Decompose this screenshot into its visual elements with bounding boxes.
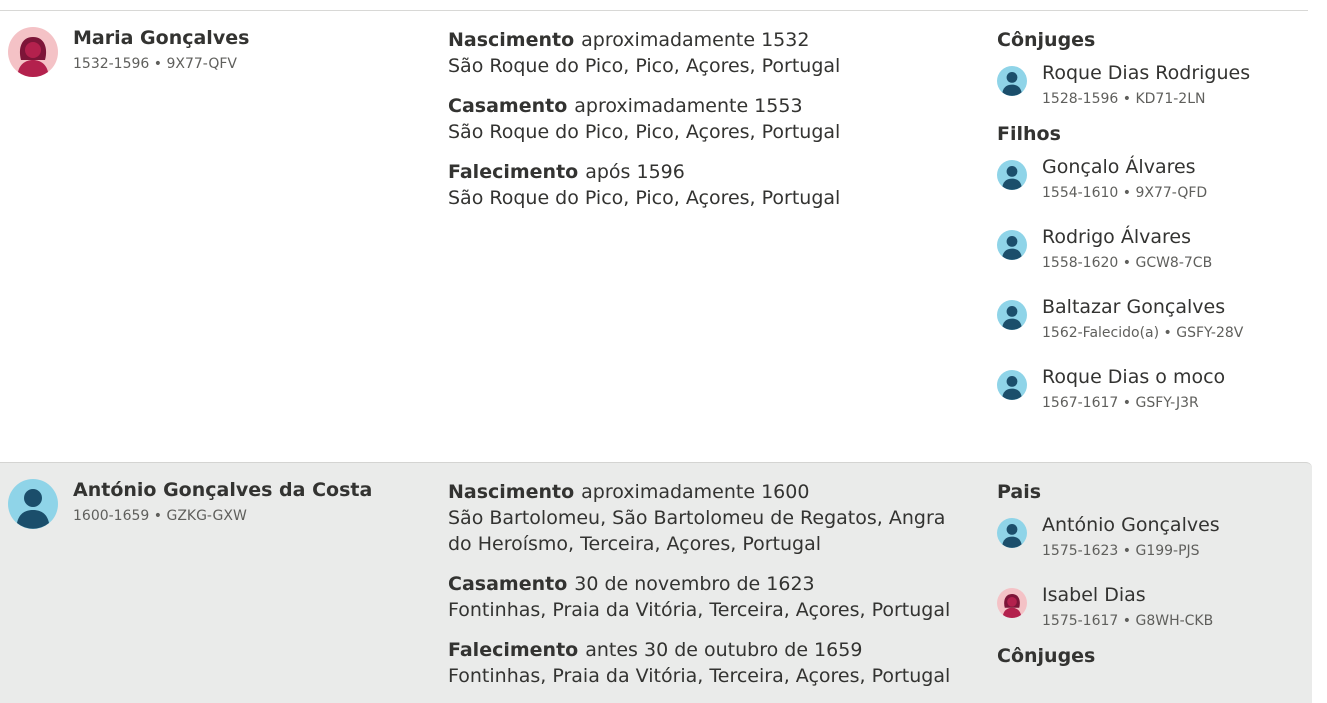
child-item[interactable]: Gonçalo Álvares 1554-1610 • 9X77-QFD (997, 156, 1312, 216)
event-birth: Nascimento aproximadamente 1532 São Roque… (448, 27, 978, 79)
male-avatar-icon (997, 370, 1027, 400)
parents-heading: Pais (997, 481, 1042, 503)
female-avatar-icon (997, 588, 1027, 618)
male-avatar-icon (997, 160, 1027, 190)
male-avatar-icon (997, 518, 1027, 548)
person-lifespan-id: 1532-1596 • 9X77-QFV (73, 56, 237, 72)
child-item[interactable]: Baltazar Gonçalves 1562-Falecido(a) • GS… (997, 296, 1312, 356)
event-type: Falecimento (448, 161, 579, 183)
relatives-panel: Cônjuges Roque Dias Rodrigues 1528-1596 … (997, 28, 1312, 426)
vital-events: Nascimento aproximadamente 1600 São Barto… (448, 479, 973, 703)
relative-lifespan-id: 1575-1623 • G199-PJS (1042, 543, 1200, 559)
person-lifespan-id: 1600-1659 • GZKG-GXW (73, 508, 247, 524)
event-date: 30 de novembro de 1623 (574, 573, 815, 595)
vital-events: Nascimento aproximadamente 1532 São Roque… (448, 27, 978, 225)
person-record: Maria Gonçalves 1532-1596 • 9X77-QFV Nas… (0, 11, 1312, 462)
relative-name[interactable]: Roque Dias o moco (1042, 366, 1225, 388)
relative-lifespan-id: 1562-Falecido(a) • GSFY-28V (1042, 325, 1244, 341)
relative-lifespan-id: 1575-1617 • G8WH-CKB (1042, 613, 1214, 629)
event-place: São Roque do Pico, Pico, Açores, Portuga… (448, 55, 841, 77)
male-avatar-icon[interactable] (8, 479, 58, 529)
relative-name[interactable]: António Gonçalves (1042, 514, 1220, 536)
relative-lifespan-id: 1558-1620 • GCW8-7CB (1042, 255, 1213, 271)
event-place: Fontinhas, Praia da Vitória, Terceira, A… (448, 665, 951, 687)
relatives-panel: Pais António Gonçalves 1575-1623 • G199-… (997, 480, 1312, 668)
event-date: após 1596 (585, 161, 685, 183)
parent-item[interactable]: António Gonçalves 1575-1623 • G199-PJS (997, 514, 1312, 574)
child-item[interactable]: Rodrigo Álvares 1558-1620 • GCW8-7CB (997, 226, 1312, 286)
event-place: São Roque do Pico, Pico, Açores, Portuga… (448, 187, 841, 209)
event-death: Falecimento após 1596 São Roque do Pico, … (448, 159, 978, 211)
event-date: aproximadamente 1532 (581, 29, 810, 51)
relative-name[interactable]: Roque Dias Rodrigues (1042, 62, 1250, 84)
male-avatar-icon (997, 66, 1027, 96)
person-record-highlighted: António Gonçalves da Costa 1600-1659 • G… (0, 462, 1312, 703)
event-date: antes 30 de outubro de 1659 (585, 639, 863, 661)
relative-name[interactable]: Rodrigo Álvares (1042, 226, 1191, 248)
relative-name[interactable]: Baltazar Gonçalves (1042, 296, 1225, 318)
event-place: São Roque do Pico, Pico, Açores, Portuga… (448, 121, 841, 143)
relative-lifespan-id: 1554-1610 • 9X77-QFD (1042, 185, 1208, 201)
event-type: Falecimento (448, 639, 579, 661)
person-name[interactable]: Maria Gonçalves (73, 27, 249, 49)
relative-name[interactable]: Gonçalo Álvares (1042, 156, 1196, 178)
event-marriage: Casamento aproximadamente 1553 São Roque … (448, 93, 978, 145)
event-place: São Bartolomeu, São Bartolomeu de Regato… (448, 507, 946, 555)
male-avatar-icon (997, 300, 1027, 330)
event-birth: Nascimento aproximadamente 1600 São Barto… (448, 479, 973, 557)
relative-lifespan-id: 1528-1596 • KD71-2LN (1042, 91, 1206, 107)
children-heading: Filhos (997, 123, 1061, 145)
event-type: Casamento (448, 95, 568, 117)
event-type: Nascimento (448, 481, 575, 503)
event-date: aproximadamente 1553 (574, 95, 803, 117)
spouses-heading: Cônjuges (997, 29, 1096, 51)
relative-lifespan-id: 1567-1617 • GSFY-J3R (1042, 395, 1199, 411)
female-avatar-icon[interactable] (8, 27, 58, 77)
event-death: Falecimento antes 30 de outubro de 1659 F… (448, 637, 973, 689)
parent-item[interactable]: Isabel Dias 1575-1617 • G8WH-CKB (997, 584, 1312, 644)
person-name[interactable]: António Gonçalves da Costa (73, 479, 372, 501)
child-item[interactable]: Roque Dias o moco 1567-1617 • GSFY-J3R (997, 366, 1312, 426)
event-marriage: Casamento 30 de novembro de 1623 Fontinha… (448, 571, 973, 623)
event-type: Casamento (448, 573, 568, 595)
relative-name[interactable]: Isabel Dias (1042, 584, 1146, 606)
male-avatar-icon (997, 230, 1027, 260)
spouses-heading: Cônjuges (997, 645, 1096, 667)
event-date: aproximadamente 1600 (581, 481, 810, 503)
event-type: Nascimento (448, 29, 575, 51)
event-place: Fontinhas, Praia da Vitória, Terceira, A… (448, 599, 951, 621)
spouse-item[interactable]: Roque Dias Rodrigues 1528-1596 • KD71-2L… (997, 62, 1312, 122)
